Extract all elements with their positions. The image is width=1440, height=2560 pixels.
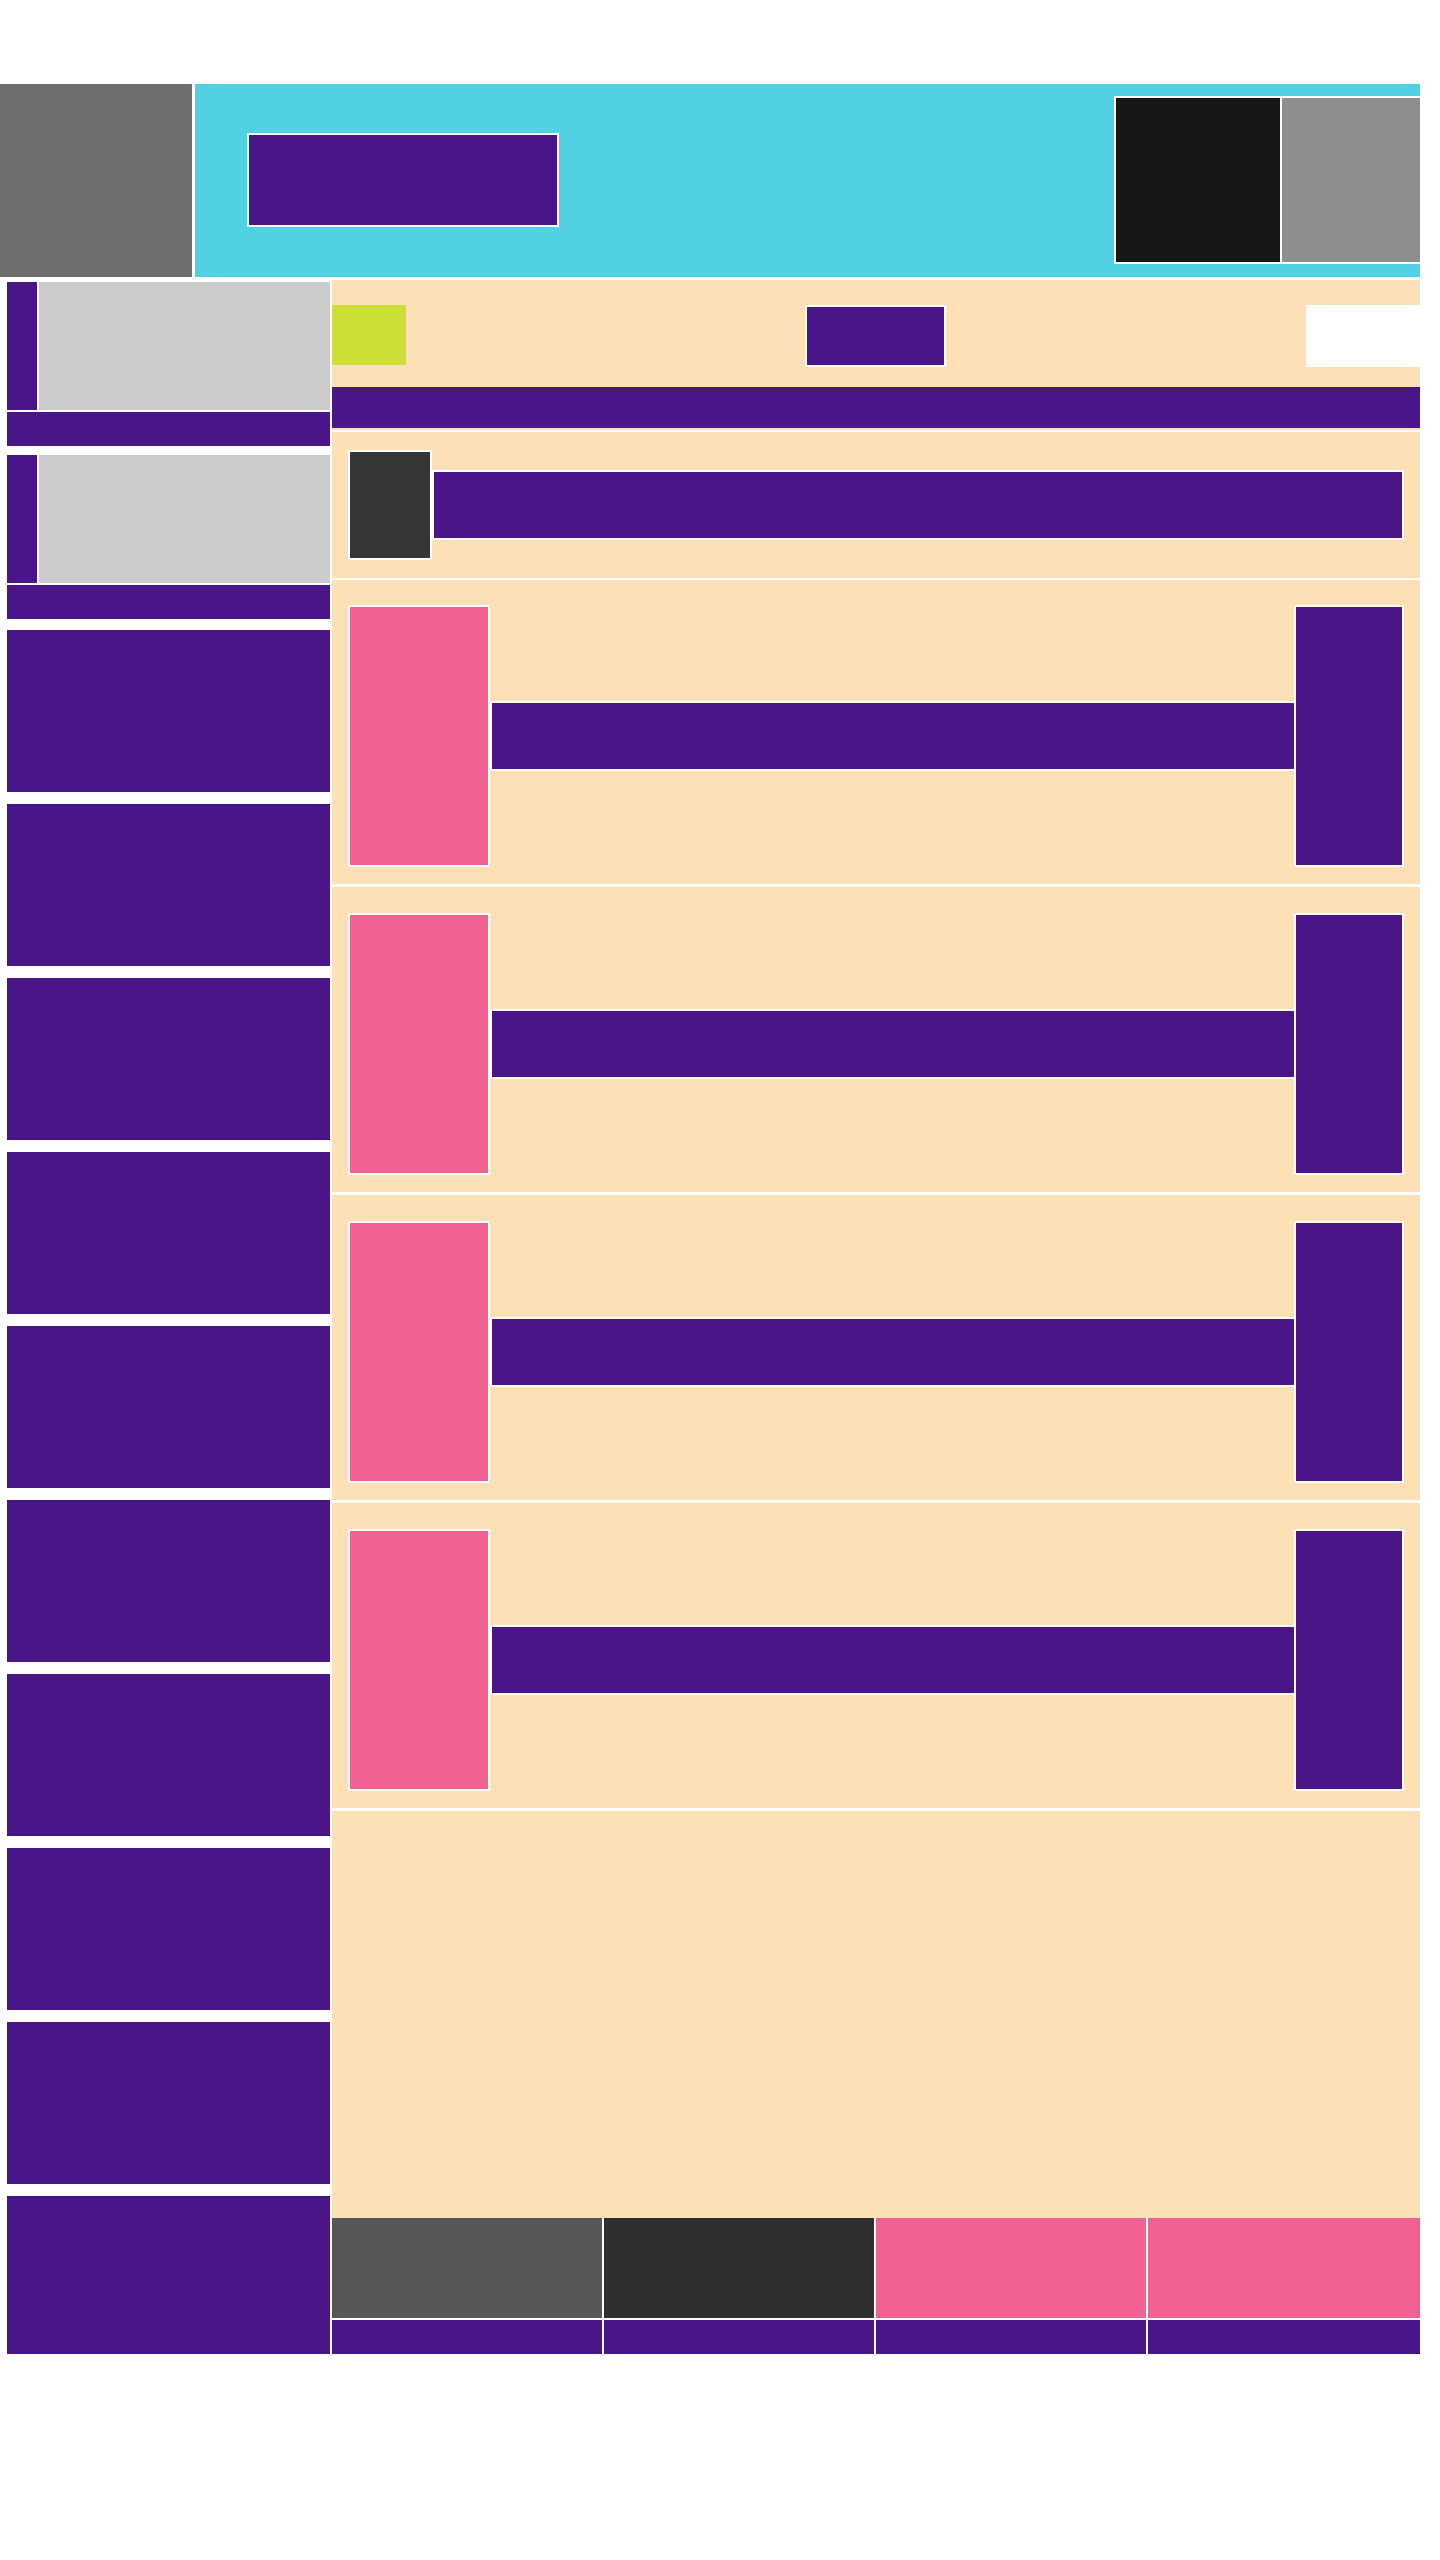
bottom-tab-label [876, 2318, 1148, 2354]
toolbar-left-badge[interactable] [332, 305, 406, 365]
bottom-tab-icon [604, 2218, 876, 2318]
sidebar-item[interactable] [5, 1150, 332, 1316]
bottom-tab-label [332, 2318, 604, 2354]
list-item-thumbnail [348, 605, 490, 867]
bottom-tab-icon [876, 2218, 1148, 2318]
top-left-tile-icon[interactable] [0, 84, 195, 277]
sidebar-item[interactable] [5, 628, 332, 794]
list-item-thumbnail [348, 1221, 490, 1483]
bottom-tab[interactable] [1148, 2218, 1420, 2354]
sidebar-item[interactable] [5, 2194, 332, 2354]
sidebar-card-label [7, 410, 330, 446]
bottom-tab[interactable] [332, 2218, 604, 2354]
bottom-tab-icon [1148, 2218, 1420, 2318]
bottom-tab[interactable] [604, 2218, 876, 2354]
list-item-title [490, 701, 1296, 771]
sidebar-card-image [37, 455, 330, 583]
bottom-tab-icon [332, 2218, 604, 2318]
toolbar-search-input[interactable] [1306, 305, 1420, 367]
sidebar-item[interactable] [5, 802, 332, 968]
top-right-gray-tile-icon[interactable] [1280, 96, 1420, 264]
list-item-action-button[interactable] [1294, 1221, 1404, 1483]
list-item-thumbnail [348, 1529, 490, 1791]
top-right-dark-tile-icon[interactable] [1114, 96, 1282, 264]
banner-strip [332, 387, 1420, 428]
list-item[interactable] [332, 1509, 1420, 1811]
sidebar-item[interactable] [5, 976, 332, 1142]
list-item[interactable] [332, 1201, 1420, 1503]
list-item-action-button[interactable] [1294, 605, 1404, 867]
sidebar-item[interactable] [5, 1846, 332, 2012]
list-item-action-button[interactable] [1294, 913, 1404, 1175]
hero-title [432, 470, 1404, 540]
sidebar-item[interactable] [5, 2020, 332, 2186]
hero-dark-tile-icon[interactable] [348, 450, 432, 560]
bottom-tab-label [1148, 2318, 1420, 2354]
sidebar-card-label [7, 583, 330, 619]
bottom-tab-label [604, 2318, 876, 2354]
sidebar-item[interactable] [5, 1672, 332, 1838]
list-item-title [490, 1317, 1296, 1387]
sidebar-item[interactable] [5, 1324, 332, 1490]
toolbar-center-button[interactable] [805, 305, 946, 367]
list-item-title [490, 1009, 1296, 1079]
list-item-action-button[interactable] [1294, 1529, 1404, 1791]
list-item[interactable] [332, 893, 1420, 1195]
sidebar-card[interactable] [5, 453, 332, 619]
list-item[interactable] [332, 585, 1420, 887]
sidebar-card-accent [7, 455, 37, 583]
list-item-thumbnail [348, 913, 490, 1175]
sidebar-card-accent [7, 282, 37, 410]
sidebar-card[interactable] [5, 280, 332, 446]
list-item-title [490, 1625, 1296, 1695]
sidebar-card-image [37, 282, 330, 410]
sidebar-item[interactable] [5, 1498, 332, 1664]
app-title [247, 133, 559, 227]
bottom-tab[interactable] [876, 2218, 1148, 2354]
